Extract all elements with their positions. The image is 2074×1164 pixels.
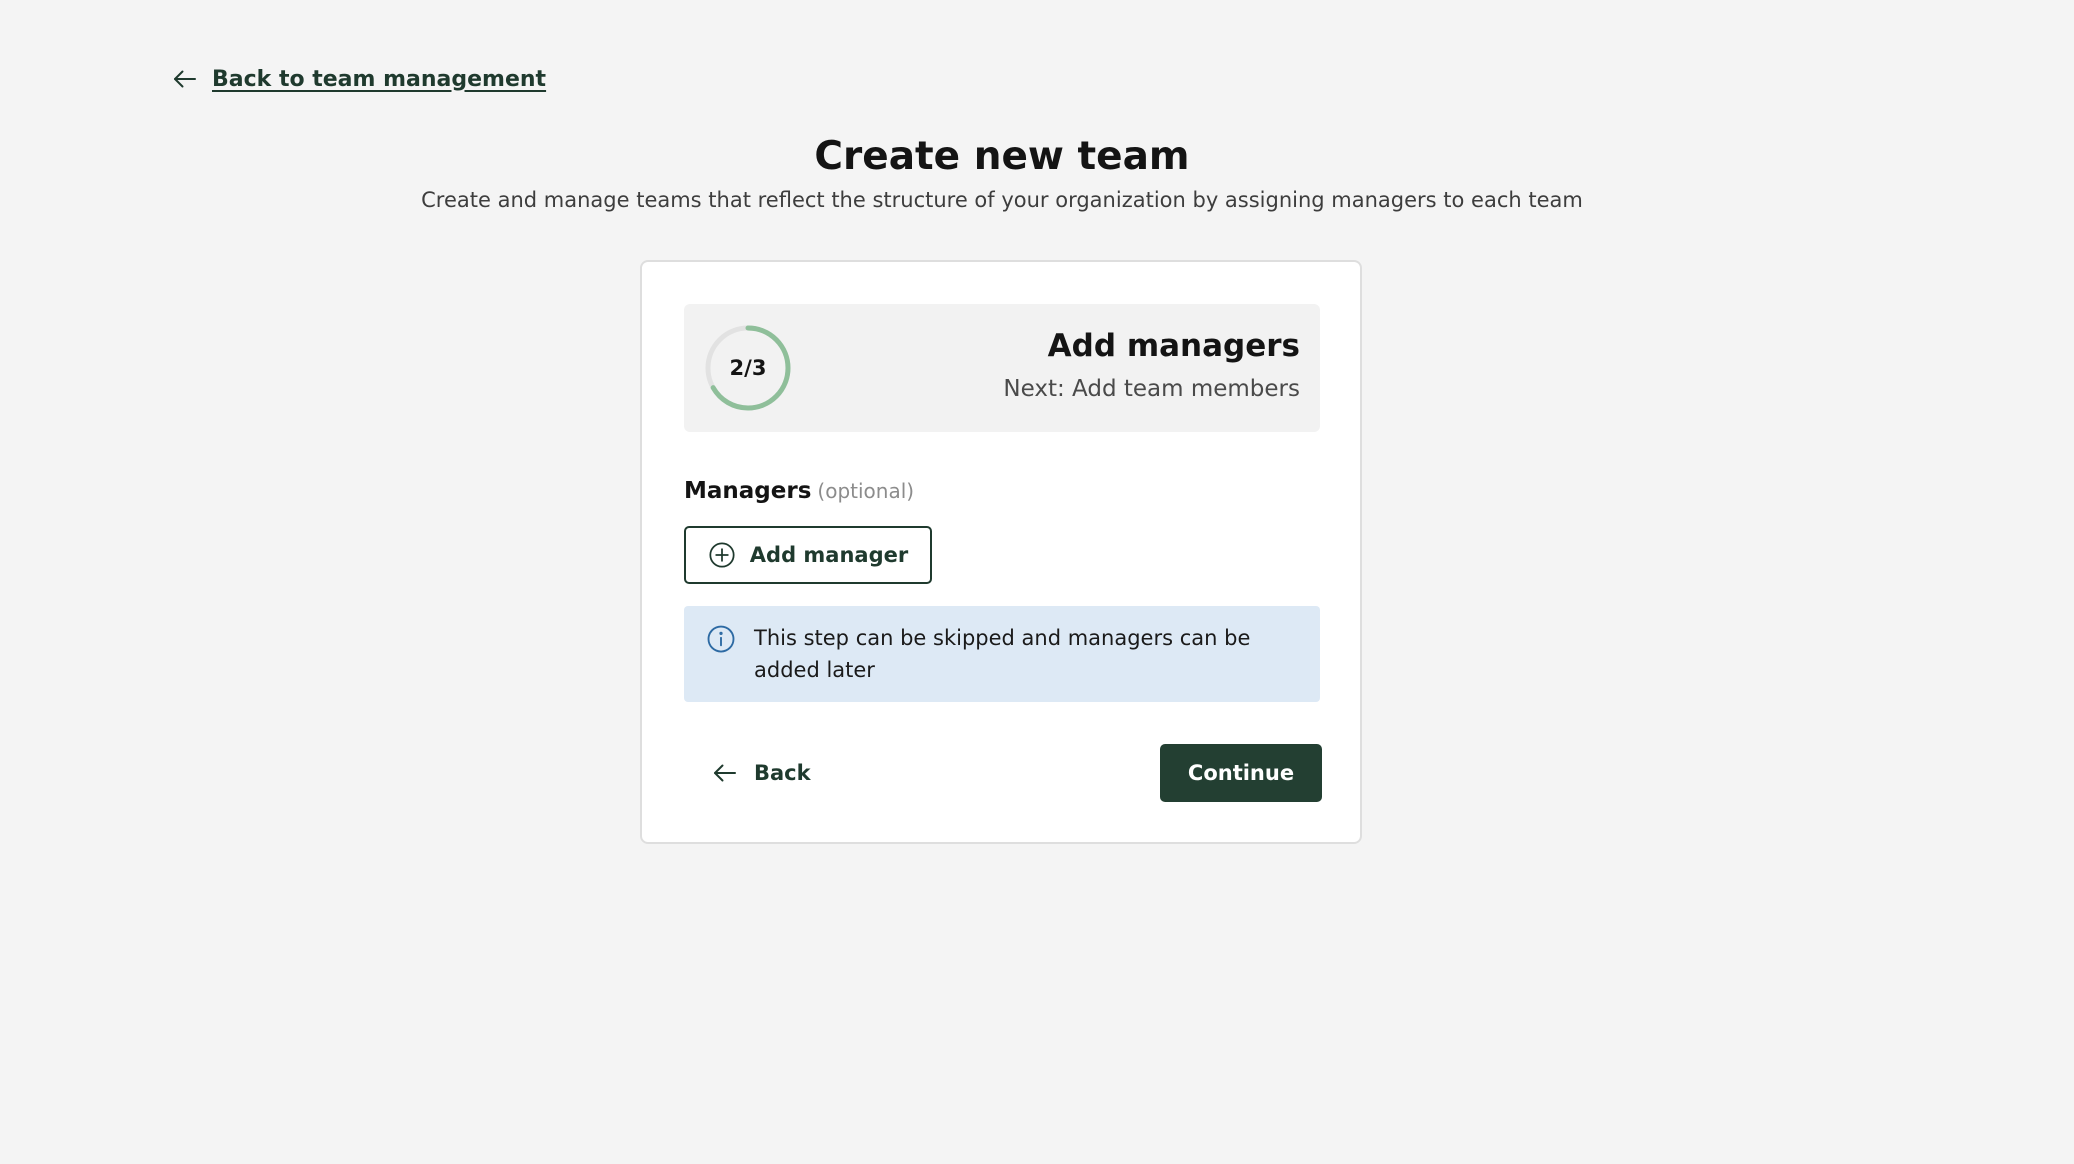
continue-button[interactable]: Continue: [1160, 744, 1322, 802]
info-icon: [707, 625, 735, 653]
page-title: Create new team: [814, 134, 1190, 179]
back-button[interactable]: Back: [702, 744, 819, 802]
back-to-team-management-link[interactable]: Back to team management: [170, 64, 546, 94]
create-team-card: 2/3 Add managers Next: Add team members …: [640, 260, 1362, 844]
back-button-label: Back: [754, 761, 811, 785]
add-manager-label: Add manager: [749, 543, 909, 567]
step-count: 2/3: [729, 356, 767, 380]
info-callout: This step can be skipped and managers ca…: [684, 606, 1320, 702]
page-subtitle: Create and manage teams that reflect the…: [421, 188, 1583, 212]
step-indicator: 2/3 Add managers Next: Add team members: [684, 304, 1320, 432]
step-title: Add managers: [1047, 328, 1300, 364]
info-text: This step can be skipped and managers ca…: [754, 626, 1251, 682]
back-link-label: Back to team management: [212, 66, 547, 92]
add-manager-button[interactable]: Add manager: [684, 526, 932, 584]
create-team-page: Back to team management Create new team …: [0, 0, 2074, 1164]
plus-circle-icon: [709, 542, 735, 568]
arrow-left-icon: [714, 764, 736, 782]
optional-label: (optional): [817, 479, 915, 503]
arrow-left-icon: [174, 70, 196, 88]
step-next-label: Next: Add team members: [1003, 376, 1300, 402]
managers-label: Managers: [684, 478, 812, 504]
managers-field-label: Managers (optional): [684, 478, 914, 504]
